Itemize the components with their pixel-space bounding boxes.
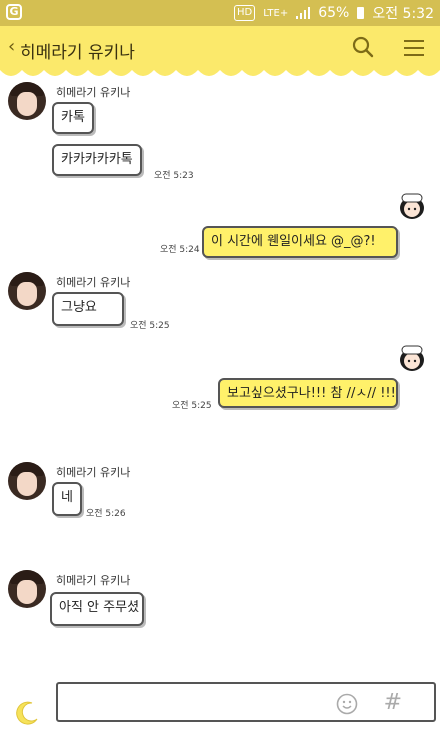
search-icon[interactable] — [352, 36, 374, 58]
message-bubble[interactable]: 그냥요 — [52, 292, 124, 326]
sender-name: 히메라기 유키나 — [56, 574, 131, 587]
message-bubble[interactable]: 보고싶으셨구나!!! 참 //ㅅ// !!! — [218, 378, 398, 408]
chat-title: 히메라기 유키나 — [20, 43, 135, 63]
hd-badge: HD — [233, 5, 256, 21]
battery-label: 65% — [318, 5, 350, 21]
battery-icon — [357, 7, 365, 19]
message-time: 오전 5:25 — [130, 321, 170, 331]
my-avatar-sticker-icon — [396, 190, 428, 220]
input-bar: # — [0, 678, 440, 744]
clock: 오전 5:32 — [372, 6, 434, 22]
moon-icon[interactable] — [14, 700, 40, 726]
message-time: 오전 5:26 — [86, 509, 126, 519]
app-notification-icon: G — [6, 4, 22, 20]
message-time: 오전 5:23 — [154, 171, 194, 181]
header-scallop-decoration — [0, 68, 440, 76]
sender-name: 히메라기 유키나 — [56, 466, 131, 479]
message-time: 오전 5:24 — [160, 245, 200, 255]
emoji-icon[interactable] — [336, 693, 358, 715]
hash-icon[interactable]: # — [384, 690, 402, 715]
message-input[interactable]: # — [56, 682, 436, 722]
message-bubble[interactable]: 카카카카카톡 — [52, 144, 142, 176]
avatar[interactable] — [8, 272, 46, 310]
chat-header: ‹ 히메라기 유키나 — [0, 26, 440, 70]
back-chevron-icon[interactable]: ‹ — [8, 36, 15, 57]
my-avatar-sticker-icon — [396, 342, 428, 372]
sender-name: 히메라기 유키나 — [56, 276, 131, 289]
message-bubble[interactable]: 네 — [52, 482, 82, 516]
network-label: LTE+ — [263, 7, 289, 19]
message-bubble[interactable]: 아직 안 주무셨 — [50, 592, 144, 626]
status-bar: G HD LTE+ 65% 오전 5:32 — [0, 0, 440, 26]
signal-icon — [296, 7, 311, 19]
message-time: 오전 5:25 — [172, 401, 212, 411]
avatar[interactable] — [8, 570, 46, 608]
menu-icon[interactable] — [404, 40, 424, 56]
avatar[interactable] — [8, 462, 46, 500]
sender-name: 히메라기 유키나 — [56, 86, 131, 99]
status-right: HD LTE+ 65% 오전 5:32 — [233, 3, 434, 23]
message-bubble[interactable]: 카톡 — [52, 102, 94, 134]
avatar[interactable] — [8, 82, 46, 120]
chat-area[interactable]: 히메라기 유키나 카톡 카카카카카톡 오전 5:23 오전 5:24 이 시간에… — [0, 82, 440, 678]
message-bubble[interactable]: 이 시간에 웬일이세요 @_@?! — [202, 226, 398, 258]
